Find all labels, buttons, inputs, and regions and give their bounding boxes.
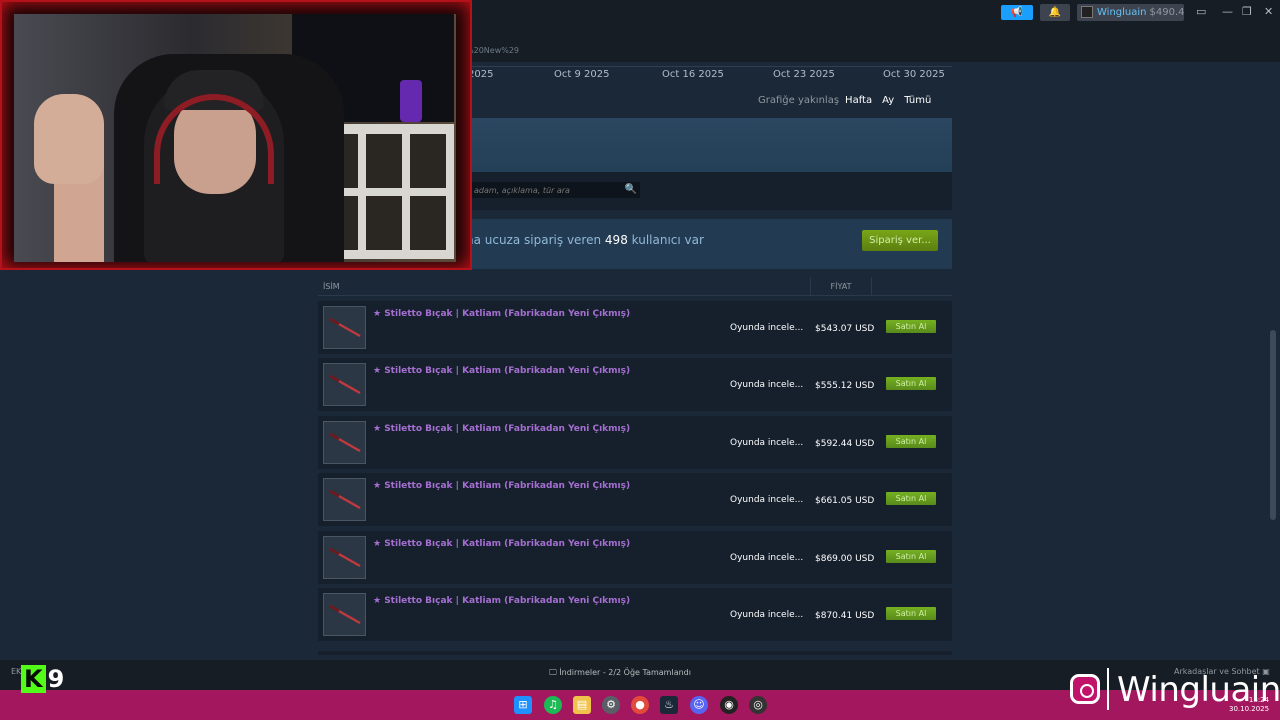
watermark-name: Wingluain [1117, 670, 1280, 710]
buy-button[interactable]: Satın Al [886, 377, 936, 390]
inspect-link[interactable]: Oyunda incele... [730, 323, 803, 333]
kick-number: 9 [47, 665, 65, 693]
item-name-link[interactable]: ★ Stiletto Bıçak | Katliam (Fabrikadan Y… [373, 539, 630, 549]
big-picture-icon[interactable]: ▭ [1196, 5, 1206, 18]
app-icon[interactable]: ◉ [720, 696, 738, 714]
item-price: $543.07 USD [815, 324, 875, 334]
webcam-feed [14, 14, 456, 262]
listings-header: İSİM FİYAT [318, 277, 952, 296]
search-input[interactable] [462, 182, 622, 198]
downloads-label: İndirmeler - 2/2 Öğe Tamamlandı [559, 668, 691, 677]
buy-order-prefix: na ucuza sipariş veren [466, 233, 602, 247]
item-name-link[interactable]: ★ Stiletto Bıçak | Katliam (Fabrikadan Y… [373, 424, 630, 434]
table-row: ★ Stiletto Bıçak | Katliam (Fabrikadan Y… [318, 473, 952, 526]
inspect-link[interactable]: Oyunda incele... [730, 553, 803, 563]
steam-icon[interactable]: ♨ [660, 696, 678, 714]
column-price: FİYAT [810, 277, 872, 296]
table-row: ★ Stiletto Bıçak | Katliam (Fabrikadan Y… [318, 588, 952, 641]
buy-button[interactable]: Satın Al [886, 492, 936, 505]
buy-button[interactable]: Satın Al [886, 607, 936, 620]
notifications-button[interactable]: 🔔 [1040, 4, 1070, 21]
item-name-link[interactable]: ★ Stiletto Bıçak | Katliam (Fabrikadan Y… [373, 309, 630, 319]
table-row [318, 651, 952, 655]
item-thumbnail[interactable] [323, 593, 366, 636]
inspect-link[interactable]: Oyunda incele... [730, 495, 803, 505]
item-name-link[interactable]: ★ Stiletto Bıçak | Katliam (Fabrikadan Y… [373, 366, 630, 376]
account-menu[interactable]: Wingluain$490.40 [1077, 4, 1184, 21]
inspect-link[interactable]: Oyunda incele... [730, 438, 803, 448]
column-name: İSİM [323, 282, 340, 291]
table-row: ★ Stiletto Bıçak | Katliam (Fabrikadan Y… [318, 358, 952, 411]
username: Wingluain [1097, 7, 1147, 18]
url-fragment: %20New%29 [466, 46, 520, 55]
graph-date: Oct 23 2025 [773, 69, 835, 80]
item-thumbnail[interactable] [323, 306, 366, 349]
watermark-divider [1107, 668, 1109, 710]
wallet-balance: $490.40 [1149, 7, 1185, 18]
downloads-icon: 🖵 [549, 668, 557, 677]
bell-icon: 🔔 [1048, 7, 1062, 18]
obs-icon[interactable]: ◎ [749, 696, 767, 714]
item-name-link[interactable]: ★ Stiletto Bıçak | Katliam (Fabrikadan Y… [373, 596, 630, 606]
zoom-all[interactable]: Tümü [904, 95, 931, 106]
graph-date: Oct 9 2025 [554, 69, 610, 80]
webcam-light [400, 80, 422, 122]
downloads-status[interactable]: 🖵 İndirmeler - 2/2 Öğe Tamamlandı [549, 668, 691, 678]
item-price: $870.41 USD [815, 611, 875, 621]
buy-button[interactable]: Satın Al [886, 320, 936, 333]
chrome-icon[interactable]: ● [631, 696, 649, 714]
minimize-icon[interactable]: — [1222, 5, 1233, 18]
avatar [1081, 6, 1093, 18]
place-order-button[interactable]: Sipariş ver... [862, 230, 938, 251]
add-game-button[interactable]: EK [11, 667, 21, 676]
buy-order-count: 498 [604, 233, 628, 247]
zoom-label: Grafiğe yakınlaş [758, 95, 840, 106]
buy-order-suffix: kullanıcı var [631, 233, 704, 247]
graph-date: Oct 30 2025 [883, 69, 945, 80]
item-thumbnail[interactable] [323, 421, 366, 464]
webcam-hand [34, 94, 104, 184]
windows-icon[interactable]: ⊞ [514, 696, 532, 714]
inspect-link[interactable]: Oyunda incele... [730, 610, 803, 620]
item-price: $592.44 USD [815, 439, 875, 449]
close-icon[interactable]: ✕ [1264, 5, 1273, 18]
item-price: $869.00 USD [815, 554, 875, 564]
item-thumbnail[interactable] [323, 363, 366, 406]
folder-icon[interactable]: ▤ [573, 696, 591, 714]
buy-order-text: na ucuza sipariş veren 498 kullanıcı var [466, 233, 704, 247]
megaphone-icon: 📢 [1010, 7, 1024, 18]
spotify-icon[interactable]: ♫ [544, 696, 562, 714]
table-row: ★ Stiletto Bıçak | Katliam (Fabrikadan Y… [318, 416, 952, 469]
buy-button[interactable]: Satın Al [886, 550, 936, 563]
discord-icon[interactable]: ☺ [690, 696, 708, 714]
settings-icon[interactable]: ⚙ [602, 696, 620, 714]
kick-badge: K9 [21, 665, 64, 695]
inspect-link[interactable]: Oyunda incele... [730, 380, 803, 390]
table-row: ★ Stiletto Bıçak | Katliam (Fabrikadan Y… [318, 531, 952, 584]
table-row: ★ Stiletto Bıçak | Katliam (Fabrikadan Y… [318, 301, 952, 354]
zoom-week[interactable]: Hafta [845, 95, 872, 106]
graph-zoom: Grafiğe yakınlaş Hafta Ay Tümü [758, 95, 931, 106]
kick-letter: K [21, 665, 46, 693]
graph-axis [460, 66, 952, 67]
search-icon[interactable]: 🔍 [622, 182, 640, 198]
buy-button[interactable]: Satın Al [886, 435, 936, 448]
item-thumbnail[interactable] [323, 478, 366, 521]
zoom-month[interactable]: Ay [882, 95, 894, 106]
announcements-button[interactable]: 📢 [1001, 5, 1033, 20]
graph-date: Oct 16 2025 [662, 69, 724, 80]
maximize-icon[interactable]: ❐ [1242, 5, 1252, 18]
item-price: $661.05 USD [815, 496, 875, 506]
item-name-link[interactable]: ★ Stiletto Bıçak | Katliam (Fabrikadan Y… [373, 481, 630, 491]
webcam-overlay [0, 0, 472, 270]
item-price: $555.12 USD [815, 381, 875, 391]
page-scrollbar[interactable] [1270, 330, 1276, 520]
item-thumbnail[interactable] [323, 536, 366, 579]
instagram-icon [1070, 674, 1100, 704]
